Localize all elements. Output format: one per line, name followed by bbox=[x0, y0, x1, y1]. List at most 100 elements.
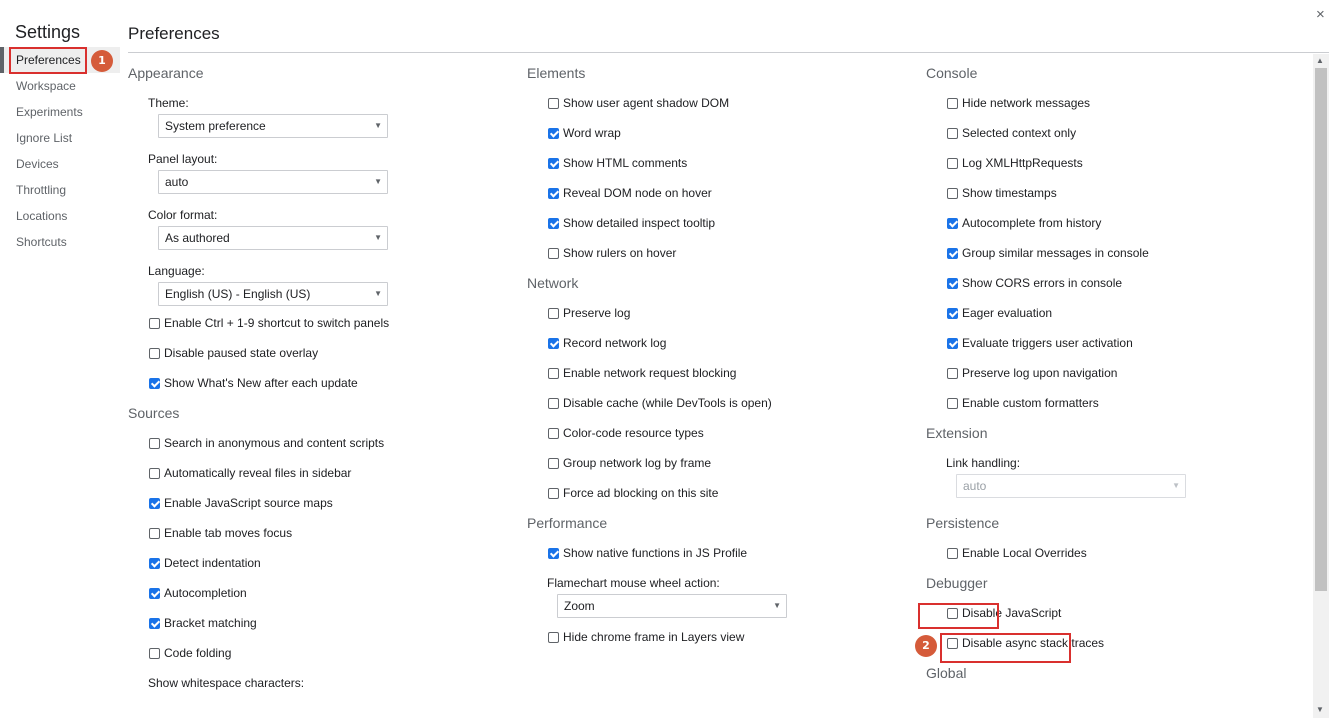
checkbox[interactable] bbox=[947, 367, 958, 379]
color-format-select[interactable]: As authored ▼ bbox=[158, 226, 388, 250]
checkbox-label-wrapper[interactable]: Automatically reveal files in sidebar bbox=[149, 464, 351, 482]
checkbox-label-wrapper[interactable]: Enable custom formatters bbox=[947, 394, 1099, 412]
checkbox-label-wrapper[interactable]: Evaluate triggers user activation bbox=[947, 334, 1133, 352]
checkbox-label-wrapper[interactable]: Show detailed inspect tooltip bbox=[548, 214, 715, 232]
sidebar-item-devices[interactable]: Devices bbox=[0, 151, 120, 177]
checkbox-label-wrapper[interactable]: Enable JavaScript source maps bbox=[149, 494, 333, 512]
checkbox[interactable] bbox=[548, 427, 559, 439]
checkbox[interactable] bbox=[548, 97, 559, 109]
checkbox-row-force-ad-blocking-on-this-site[interactable]: Force ad blocking on this site bbox=[527, 484, 907, 514]
checkbox-label-wrapper[interactable]: Group similar messages in console bbox=[947, 244, 1149, 262]
checkbox-row-hide-network-messages[interactable]: Hide network messages bbox=[926, 94, 1306, 124]
checkbox-row-show-detailed-inspect-tooltip[interactable]: Show detailed inspect tooltip bbox=[527, 214, 907, 244]
checkbox-label-wrapper[interactable]: Force ad blocking on this site bbox=[548, 484, 718, 502]
checkbox-row-disable-cache-while-devtools-is-open[interactable]: Disable cache (while DevTools is open) bbox=[527, 394, 907, 424]
checkbox[interactable] bbox=[548, 367, 559, 379]
checkbox-row-enable-ctrl-1-9-shortcut-to-switch-panels[interactable]: Enable Ctrl + 1-9 shortcut to switch pan… bbox=[128, 314, 508, 344]
checkbox-label-wrapper[interactable]: Show native functions in JS Profile bbox=[548, 544, 747, 562]
checkbox[interactable] bbox=[149, 647, 160, 659]
checkbox-label-wrapper[interactable]: Bracket matching bbox=[149, 614, 257, 632]
checkbox[interactable] bbox=[947, 547, 958, 559]
checkbox-row-word-wrap[interactable]: Word wrap bbox=[527, 124, 907, 154]
checkbox-row-show-what-s-new-after-each-update[interactable]: Show What's New after each update bbox=[128, 374, 508, 404]
checkbox-row-enable-network-request-blocking[interactable]: Enable network request blocking bbox=[527, 364, 907, 394]
checkbox-row-record-network-log[interactable]: Record network log bbox=[527, 334, 907, 364]
checkbox[interactable] bbox=[548, 247, 559, 259]
checkbox-label-wrapper[interactable]: Show rulers on hover bbox=[548, 244, 676, 262]
checkbox-row-show-html-comments[interactable]: Show HTML comments bbox=[527, 154, 907, 184]
checkbox[interactable] bbox=[947, 157, 958, 169]
panel-layout-select[interactable]: auto ▼ bbox=[158, 170, 388, 194]
checkbox-label-wrapper[interactable]: Eager evaluation bbox=[947, 304, 1052, 322]
sidebar-item-shortcuts[interactable]: Shortcuts bbox=[0, 229, 120, 255]
checkbox-label-wrapper[interactable]: Record network log bbox=[548, 334, 666, 352]
checkbox[interactable] bbox=[149, 377, 160, 389]
scrollbar[interactable] bbox=[1313, 54, 1329, 718]
checkbox[interactable] bbox=[149, 527, 160, 539]
checkbox-row-enable-local-overrides[interactable]: Enable Local Overrides bbox=[926, 544, 1306, 574]
checkbox-label-wrapper[interactable]: Show What's New after each update bbox=[149, 374, 358, 392]
checkbox-label-wrapper[interactable]: Enable tab moves focus bbox=[149, 524, 292, 542]
sidebar-item-experiments[interactable]: Experiments bbox=[0, 99, 120, 125]
checkbox-row-search-in-anonymous-and-content-scripts[interactable]: Search in anonymous and content scripts bbox=[128, 434, 508, 464]
checkbox[interactable] bbox=[947, 187, 958, 199]
checkbox[interactable] bbox=[548, 547, 559, 559]
checkbox[interactable] bbox=[947, 127, 958, 139]
checkbox[interactable] bbox=[548, 397, 559, 409]
checkbox-label-wrapper[interactable]: Autocomplete from history bbox=[947, 214, 1101, 232]
checkbox[interactable] bbox=[947, 277, 958, 289]
checkbox-label-wrapper[interactable]: Detect indentation bbox=[149, 554, 261, 572]
checkbox-row-autocompletion[interactable]: Autocompletion bbox=[128, 584, 508, 614]
checkbox[interactable] bbox=[548, 337, 559, 349]
checkbox[interactable] bbox=[548, 127, 559, 139]
checkbox[interactable] bbox=[149, 617, 160, 629]
flamechart-select[interactable]: Zoom ▼ bbox=[557, 594, 787, 618]
checkbox-label-wrapper[interactable]: Show user agent shadow DOM bbox=[548, 94, 729, 112]
checkbox-label-wrapper[interactable]: Show HTML comments bbox=[548, 154, 687, 172]
checkbox-label-wrapper[interactable]: Disable cache (while DevTools is open) bbox=[548, 394, 772, 412]
checkbox-row-show-user-agent-shadow-dom[interactable]: Show user agent shadow DOM bbox=[527, 94, 907, 124]
checkbox[interactable] bbox=[149, 467, 160, 479]
checkbox-label-wrapper[interactable]: Enable Local Overrides bbox=[947, 544, 1087, 562]
checkbox-row-show-cors-errors-in-console[interactable]: Show CORS errors in console bbox=[926, 274, 1306, 304]
sidebar-item-ignore-list[interactable]: Ignore List bbox=[0, 125, 120, 151]
checkbox-row-log-xmlhttprequests[interactable]: Log XMLHttpRequests bbox=[926, 154, 1306, 184]
checkbox-row-hide-chrome-frame-in-layers-view[interactable]: Hide chrome frame in Layers view bbox=[527, 628, 907, 658]
checkbox-row-group-similar-messages-in-console[interactable]: Group similar messages in console bbox=[926, 244, 1306, 274]
checkbox-row-enable-javascript-source-maps[interactable]: Enable JavaScript source maps bbox=[128, 494, 508, 524]
checkbox[interactable] bbox=[149, 497, 160, 509]
checkbox[interactable] bbox=[149, 557, 160, 569]
scroll-down-arrow-icon[interactable]: ▼ bbox=[1316, 705, 1324, 714]
link-handling-select[interactable]: auto ▼ bbox=[956, 474, 1186, 498]
close-icon[interactable]: × bbox=[1316, 6, 1325, 23]
checkbox[interactable] bbox=[548, 187, 559, 199]
checkbox-label-wrapper[interactable]: Search in anonymous and content scripts bbox=[149, 434, 384, 452]
checkbox-row-group-network-log-by-frame[interactable]: Group network log by frame bbox=[527, 454, 907, 484]
checkbox[interactable] bbox=[149, 347, 160, 359]
checkbox-row-bracket-matching[interactable]: Bracket matching bbox=[128, 614, 508, 644]
checkbox-row-enable-custom-formatters[interactable]: Enable custom formatters bbox=[926, 394, 1306, 424]
checkbox-label-wrapper[interactable]: Preserve log upon navigation bbox=[947, 364, 1117, 382]
checkbox[interactable] bbox=[149, 587, 160, 599]
checkbox[interactable] bbox=[947, 247, 958, 259]
theme-select[interactable]: System preference ▼ bbox=[158, 114, 388, 138]
checkbox-row-show-rulers-on-hover[interactable]: Show rulers on hover bbox=[527, 244, 907, 274]
checkbox-label-wrapper[interactable]: Color-code resource types bbox=[548, 424, 704, 442]
checkbox[interactable] bbox=[548, 217, 559, 229]
scrollbar-thumb[interactable] bbox=[1315, 68, 1327, 591]
checkbox-row-reveal-dom-node-on-hover[interactable]: Reveal DOM node on hover bbox=[527, 184, 907, 214]
checkbox-row-preserve-log[interactable]: Preserve log bbox=[527, 304, 907, 334]
checkbox[interactable] bbox=[947, 97, 958, 109]
checkbox-label-wrapper[interactable]: Word wrap bbox=[548, 124, 621, 142]
checkbox[interactable] bbox=[548, 307, 559, 319]
checkbox[interactable] bbox=[149, 317, 160, 329]
checkbox-label-wrapper[interactable]: Hide chrome frame in Layers view bbox=[548, 628, 744, 646]
checkbox-row-evaluate-triggers-user-activation[interactable]: Evaluate triggers user activation bbox=[926, 334, 1306, 364]
checkbox-label-wrapper[interactable]: Hide network messages bbox=[947, 94, 1090, 112]
sidebar-item-workspace[interactable]: Workspace bbox=[0, 73, 120, 99]
checkbox[interactable] bbox=[947, 217, 958, 229]
scroll-up-arrow-icon[interactable]: ▲ bbox=[1316, 56, 1324, 65]
checkbox-label-wrapper[interactable]: Selected context only bbox=[947, 124, 1076, 142]
checkbox-row-detect-indentation[interactable]: Detect indentation bbox=[128, 554, 508, 584]
checkbox-row-automatically-reveal-files-in-sidebar[interactable]: Automatically reveal files in sidebar bbox=[128, 464, 508, 494]
